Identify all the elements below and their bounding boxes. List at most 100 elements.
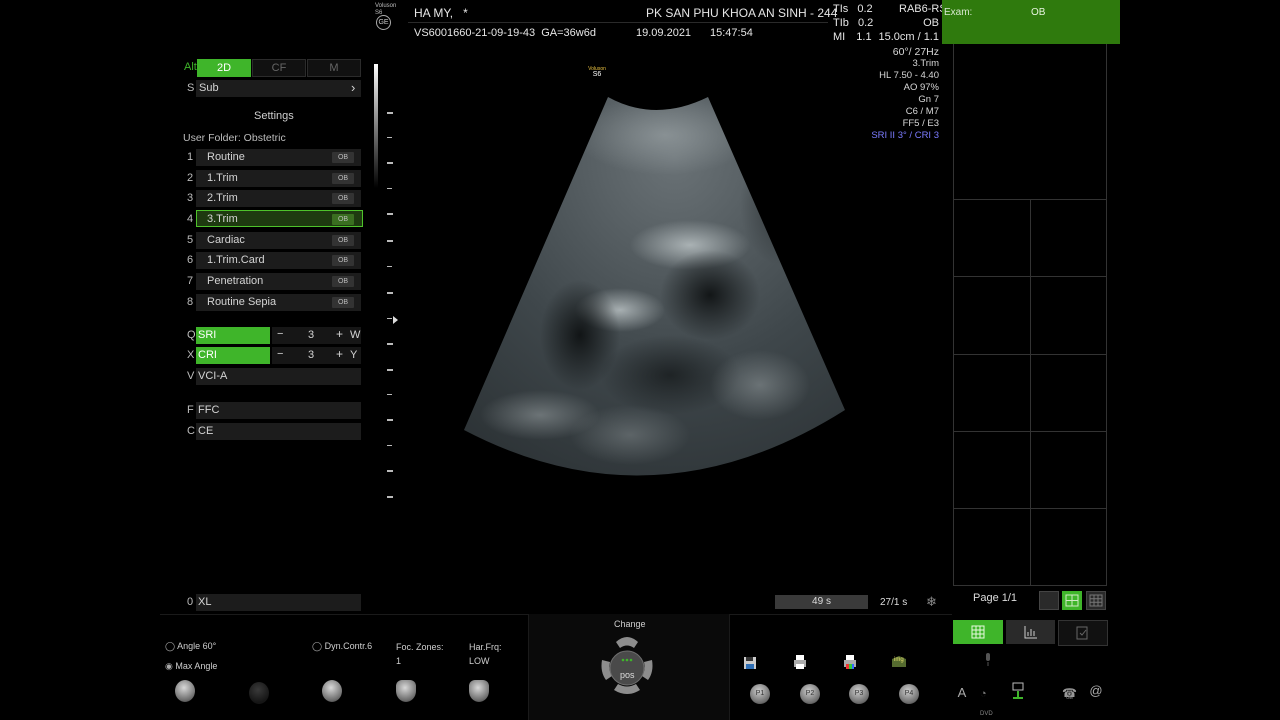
param-line: 3.Trim xyxy=(912,58,939,69)
chevron-right-icon: › xyxy=(351,80,356,95)
param-line: C6 / M7 xyxy=(905,106,939,117)
img-label: img xyxy=(894,657,904,663)
grid-right-edge xyxy=(1106,44,1107,586)
depth-tick xyxy=(387,213,393,215)
snowflake-icon[interactable]: ❄ xyxy=(926,594,937,610)
param-line: FF5 / E3 xyxy=(902,118,939,129)
layout-3x3-button[interactable] xyxy=(1086,591,1106,610)
preset-num: 2 xyxy=(187,172,194,184)
dvd-icon[interactable]: ◔ DVD xyxy=(980,684,998,717)
ffc-key: F xyxy=(187,404,194,416)
p1-button[interactable]: P1 xyxy=(750,684,770,704)
print-icon-1[interactable] xyxy=(793,654,807,670)
report-icon xyxy=(1076,626,1088,640)
view-chart-button[interactable] xyxy=(1006,620,1055,644)
cri-value: 3 xyxy=(308,349,315,361)
probe-name: RAB6-RS xyxy=(899,3,947,15)
layout-1x1-button[interactable] xyxy=(1039,591,1059,610)
alt-label: Alt xyxy=(184,61,197,73)
xl-label: XL xyxy=(198,596,212,608)
xl-bar xyxy=(196,594,361,611)
angle-knob[interactable] xyxy=(175,680,195,702)
network-icon[interactable] xyxy=(1010,682,1026,702)
depth-tick xyxy=(387,162,393,164)
view-report-button[interactable] xyxy=(1058,620,1108,646)
foc-zones-value: 1 xyxy=(396,656,402,666)
brand-text: Voluson S6 xyxy=(375,3,397,16)
exam-panel[interactable]: Exam: OB xyxy=(942,0,1120,44)
floppy-icon xyxy=(744,657,756,669)
ultrasound-image[interactable] xyxy=(460,95,850,495)
focus-marker-icon[interactable] xyxy=(393,316,398,324)
layout-2x2-button[interactable] xyxy=(1062,591,1082,610)
printer-icon xyxy=(794,655,806,669)
img-icon[interactable]: img xyxy=(891,655,907,669)
foc-zones-knob[interactable] xyxy=(396,680,416,702)
trackball-graphic xyxy=(601,637,653,694)
ce-key: C xyxy=(187,425,195,437)
view-thumbnails-button[interactable] xyxy=(953,620,1003,644)
text-annotation-icon[interactable]: A xyxy=(955,686,969,700)
phone-icon[interactable]: ☎ GE xyxy=(1062,684,1078,701)
dyn-contr-label: ◯ Dyn.Contr.6 xyxy=(312,641,373,651)
ge-logo-icon: GE xyxy=(376,15,391,30)
sri-plus-button[interactable]: + xyxy=(336,327,343,341)
ob-badge: OB xyxy=(332,235,354,246)
depth-tick xyxy=(387,318,392,319)
depth-tick xyxy=(387,266,392,267)
depth-tick xyxy=(387,240,393,242)
image-marker: Voluson S6 xyxy=(584,66,610,78)
at-sign-icon[interactable]: @ xyxy=(1089,684,1103,698)
cri-plus-button[interactable]: + xyxy=(336,347,343,361)
patient-id: VS6001660-21-09-19-43 GA=36w6d xyxy=(414,27,596,39)
cine-time[interactable]: 49 s xyxy=(775,595,868,609)
grid-top-box xyxy=(953,44,954,586)
ffc-bar xyxy=(196,402,361,419)
p2-button[interactable]: P2 xyxy=(800,684,820,704)
depth-tick xyxy=(387,292,393,294)
save-icon[interactable] xyxy=(743,656,757,670)
ce-label: CE xyxy=(198,425,214,437)
p4-button[interactable]: P4 xyxy=(899,684,919,704)
depth-tick xyxy=(387,188,392,189)
user-folder: User Folder: Obstetric xyxy=(183,132,286,144)
microphone-icon[interactable] xyxy=(984,653,992,667)
sri-key: Q xyxy=(187,329,196,341)
preset-num: 5 xyxy=(187,234,194,246)
sri-minus-button[interactable]: − xyxy=(277,328,283,340)
exam-date: 19.09.2021 xyxy=(636,27,692,39)
grid-small-icon xyxy=(1089,594,1103,607)
preset-label: 3.Trim xyxy=(207,213,238,225)
patient-name: HA MY, * xyxy=(414,6,468,20)
preset-label: Routine Sepia xyxy=(207,296,277,308)
depth-tick xyxy=(387,470,393,472)
cri-right-key: Y xyxy=(350,349,358,361)
print-icon-2[interactable] xyxy=(843,654,857,670)
mic-graphic xyxy=(986,653,990,666)
mode-tab-2d[interactable]: 2D xyxy=(197,59,251,77)
har-frq-knob[interactable] xyxy=(469,680,489,702)
color-printer-icon xyxy=(844,655,856,669)
ob-badge: OB xyxy=(332,214,354,225)
p3-button[interactable]: P3 xyxy=(849,684,869,704)
cri-stepper-bar xyxy=(272,347,361,364)
change-label: Change xyxy=(614,619,646,629)
inactive-knob[interactable] xyxy=(249,682,269,704)
ge-label: GE xyxy=(1066,695,1074,701)
grid-icon xyxy=(1065,594,1079,607)
dyn-contr-knob[interactable] xyxy=(322,680,342,702)
thumbnails-icon xyxy=(971,625,985,639)
preset-num: 4 xyxy=(187,213,194,225)
cri-minus-button[interactable]: − xyxy=(277,348,283,360)
angle-label: ◯ Angle 60° xyxy=(165,641,217,651)
max-angle-label[interactable]: ◉ Max Angle xyxy=(165,661,217,672)
mode-tab-m[interactable]: M xyxy=(307,59,361,77)
ob-badge: OB xyxy=(332,152,354,163)
preset-num: 6 xyxy=(187,254,194,266)
sri-value: 3 xyxy=(308,329,315,341)
tib-readout: TIb 0.2 xyxy=(833,17,874,29)
preset-label: 2.Trim xyxy=(207,192,238,204)
sub-label: Sub xyxy=(199,82,219,94)
trackball-icon[interactable]: pos xyxy=(600,632,654,698)
mode-tab-cf[interactable]: CF xyxy=(252,59,306,77)
